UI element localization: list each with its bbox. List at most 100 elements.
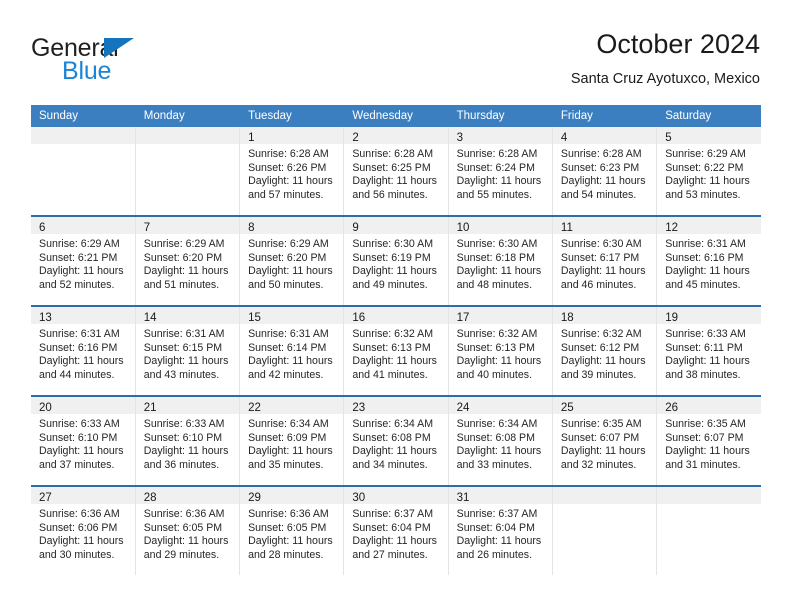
sunrise-time: Sunrise: 6:33 AM	[39, 418, 120, 430]
daylight-duration-line2: and 42 minutes.	[248, 368, 324, 381]
sunrise-time: Sunrise: 6:35 AM	[560, 418, 642, 430]
day-number-band	[31, 127, 135, 144]
day-number-band: 28	[135, 487, 240, 504]
sunrise-time: Sunrise: 6:33 AM	[143, 418, 225, 430]
calendar-day-cell[interactable]: 16 Sunrise: 6:32 AM Sunset: 6:13 PM Dayligh…	[343, 305, 449, 396]
day-cell-inner: 10 Sunrise: 6:30 AM Sunset: 6:18 PM Dayligh…	[448, 217, 552, 305]
daylight-duration-line2: and 40 minutes.	[456, 368, 533, 381]
day-number-band: 29	[240, 487, 344, 504]
calendar-grid: Sunday Monday Tuesday Wednesday Thursday…	[31, 105, 761, 575]
daylight-duration-line1: Daylight: 11 hours	[560, 175, 646, 188]
sunrise-time: Sunrise: 6:28 AM	[352, 148, 434, 160]
sunset-time: Sunset: 6:10 PM	[143, 431, 223, 444]
day-cell-inner: 26 Sunrise: 6:35 AM Sunset: 6:07 PM Dayligh…	[657, 397, 761, 485]
day-number: 26	[665, 402, 678, 414]
daylight-duration-line1: Daylight: 11 hours	[665, 265, 750, 278]
daylight-duration-line2: and 46 minutes.	[560, 278, 637, 291]
day-number-band: 20	[31, 397, 135, 414]
day-cell-inner: 16 Sunrise: 6:32 AM Sunset: 6:13 PM Dayligh…	[344, 307, 448, 395]
day-details: Sunrise: 6:32 AM Sunset: 6:13 PM Daylight:…	[449, 324, 552, 382]
daylight-duration-line1: Daylight: 11 hours	[248, 445, 333, 458]
calendar-day-cell[interactable]: 6 Sunrise: 6:29 AM Sunset: 6:21 PM Daylight…	[31, 215, 136, 306]
calendar-day-cell[interactable]: 29 Sunrise: 6:36 AM Sunset: 6:05 PM Dayligh…	[239, 485, 345, 575]
day-number-band: 13	[31, 307, 135, 324]
calendar-day-cell[interactable]: 28 Sunrise: 6:36 AM Sunset: 6:05 PM Dayligh…	[135, 485, 241, 575]
sunrise-time: Sunrise: 6:34 AM	[456, 418, 538, 430]
calendar-cell-empty	[31, 127, 136, 216]
day-number: 14	[143, 312, 157, 324]
day-cell-inner: 18 Sunrise: 6:32 AM Sunset: 6:12 PM Dayligh…	[552, 307, 657, 395]
calendar-day-cell[interactable]: 3 Sunrise: 6:28 AM Sunset: 6:24 PM Daylight…	[448, 127, 553, 216]
daylight-duration-line2: and 55 minutes.	[456, 188, 533, 201]
calendar-day-cell[interactable]: 7 Sunrise: 6:29 AM Sunset: 6:20 PM Daylight…	[135, 215, 241, 306]
sunset-time: Sunset: 6:17 PM	[560, 251, 640, 264]
calendar-day-cell[interactable]: 5 Sunrise: 6:29 AM Sunset: 6:22 PM Daylight…	[656, 127, 761, 216]
day-number: 22	[248, 402, 261, 414]
day-number-band: 14	[135, 307, 240, 324]
weekday-header-row: Sunday Monday Tuesday Wednesday Thursday…	[31, 105, 761, 127]
calendar-day-cell[interactable]: 10 Sunrise: 6:30 AM Sunset: 6:18 PM Dayligh…	[448, 215, 553, 306]
calendar-day-cell[interactable]: 22 Sunrise: 6:34 AM Sunset: 6:09 PM Dayligh…	[239, 395, 345, 486]
calendar-day-cell[interactable]: 2 Sunrise: 6:28 AM Sunset: 6:25 PM Daylight…	[343, 127, 449, 216]
calendar-day-cell[interactable]: 8 Sunrise: 6:29 AM Sunset: 6:20 PM Daylight…	[239, 215, 345, 306]
day-number-band: 17	[448, 307, 552, 324]
day-cell-inner: 11 Sunrise: 6:30 AM Sunset: 6:17 PM Dayligh…	[552, 217, 657, 305]
day-number: 4	[560, 132, 568, 144]
calendar-day-cell[interactable]: 23 Sunrise: 6:34 AM Sunset: 6:08 PM Dayligh…	[343, 395, 449, 486]
day-number-band: 22	[240, 397, 344, 414]
calendar-day-cell[interactable]: 30 Sunrise: 6:37 AM Sunset: 6:04 PM Dayligh…	[343, 485, 449, 575]
day-number: 25	[560, 402, 574, 414]
day-number: 3	[456, 132, 464, 144]
daylight-duration-line2: and 56 minutes.	[352, 188, 428, 201]
calendar-cell-empty	[552, 485, 658, 575]
calendar-day-cell[interactable]: 31 Sunrise: 6:37 AM Sunset: 6:04 PM Dayligh…	[448, 485, 553, 575]
daylight-duration-line1: Daylight: 11 hours	[352, 265, 437, 278]
calendar-day-cell[interactable]: 12 Sunrise: 6:31 AM Sunset: 6:16 PM Dayligh…	[656, 215, 761, 306]
day-details: Sunrise: 6:37 AM Sunset: 6:04 PM Daylight:…	[344, 504, 447, 562]
calendar-day-cell[interactable]: 4 Sunrise: 6:28 AM Sunset: 6:23 PM Daylight…	[552, 127, 658, 216]
daylight-duration-line2: and 37 minutes.	[39, 458, 115, 471]
calendar-day-cell[interactable]: 24 Sunrise: 6:34 AM Sunset: 6:08 PM Dayligh…	[448, 395, 553, 486]
daylight-duration-line2: and 50 minutes.	[248, 278, 324, 291]
sunrise-time: Sunrise: 6:36 AM	[143, 508, 225, 520]
day-details: Sunrise: 6:31 AM Sunset: 6:15 PM Daylight:…	[136, 324, 239, 382]
day-number-band: 18	[552, 307, 657, 324]
calendar-day-cell[interactable]: 27 Sunrise: 6:36 AM Sunset: 6:06 PM Dayligh…	[31, 485, 136, 575]
calendar-day-cell[interactable]: 11 Sunrise: 6:30 AM Sunset: 6:17 PM Dayligh…	[552, 215, 658, 306]
sunrise-time: Sunrise: 6:28 AM	[456, 148, 538, 160]
day-number: 16	[352, 312, 366, 324]
day-number-band: 19	[657, 307, 761, 324]
page-header: General Blue October 2024 Santa Cruz Ayo…	[31, 28, 760, 90]
calendar-day-cell[interactable]: 15 Sunrise: 6:31 AM Sunset: 6:14 PM Dayligh…	[239, 305, 345, 396]
sunrise-time: Sunrise: 6:28 AM	[248, 148, 329, 160]
day-details: Sunrise: 6:33 AM Sunset: 6:11 PM Daylight:…	[657, 324, 761, 382]
daylight-duration-line2: and 33 minutes.	[456, 458, 533, 471]
calendar-week-row: 1 Sunrise: 6:28 AM Sunset: 6:26 PM Daylight…	[31, 127, 761, 216]
sunset-time: Sunset: 6:11 PM	[665, 341, 743, 354]
day-details: Sunrise: 6:32 AM Sunset: 6:13 PM Daylight:…	[344, 324, 447, 382]
calendar-day-cell[interactable]: 14 Sunrise: 6:31 AM Sunset: 6:15 PM Dayligh…	[135, 305, 241, 396]
sunrise-time: Sunrise: 6:34 AM	[352, 418, 434, 430]
calendar-day-cell[interactable]: 18 Sunrise: 6:32 AM Sunset: 6:12 PM Dayligh…	[552, 305, 658, 396]
calendar-day-cell[interactable]: 1 Sunrise: 6:28 AM Sunset: 6:26 PM Daylight…	[239, 127, 345, 216]
calendar-page: General Blue October 2024 Santa Cruz Ayo…	[0, 0, 792, 612]
day-details: Sunrise: 6:34 AM Sunset: 6:08 PM Daylight:…	[449, 414, 552, 472]
day-number-band: 23	[344, 397, 448, 414]
weekday-header-thursday: Thursday	[448, 105, 553, 127]
calendar-day-cell[interactable]: 17 Sunrise: 6:32 AM Sunset: 6:13 PM Dayligh…	[448, 305, 553, 396]
sunrise-time: Sunrise: 6:31 AM	[248, 328, 329, 340]
calendar-day-cell[interactable]: 26 Sunrise: 6:35 AM Sunset: 6:07 PM Dayligh…	[656, 395, 761, 486]
day-details: Sunrise: 6:34 AM Sunset: 6:08 PM Daylight:…	[344, 414, 447, 472]
calendar-day-cell[interactable]: 25 Sunrise: 6:35 AM Sunset: 6:07 PM Dayligh…	[552, 395, 658, 486]
day-number-band: 30	[344, 487, 448, 504]
day-details: Sunrise: 6:35 AM Sunset: 6:07 PM Daylight:…	[657, 414, 761, 472]
day-number-band	[135, 127, 240, 144]
calendar-day-cell[interactable]: 9 Sunrise: 6:30 AM Sunset: 6:19 PM Daylight…	[343, 215, 449, 306]
calendar-day-cell[interactable]: 19 Sunrise: 6:33 AM Sunset: 6:11 PM Dayligh…	[656, 305, 761, 396]
sunrise-time: Sunrise: 6:31 AM	[39, 328, 120, 340]
sunset-time: Sunset: 6:05 PM	[143, 521, 223, 534]
calendar-day-cell[interactable]: 13 Sunrise: 6:31 AM Sunset: 6:16 PM Dayligh…	[31, 305, 136, 396]
sunrise-time: Sunrise: 6:35 AM	[665, 418, 746, 430]
calendar-day-cell[interactable]: 20 Sunrise: 6:33 AM Sunset: 6:10 PM Dayligh…	[31, 395, 136, 486]
calendar-day-cell[interactable]: 21 Sunrise: 6:33 AM Sunset: 6:10 PM Dayligh…	[135, 395, 241, 486]
